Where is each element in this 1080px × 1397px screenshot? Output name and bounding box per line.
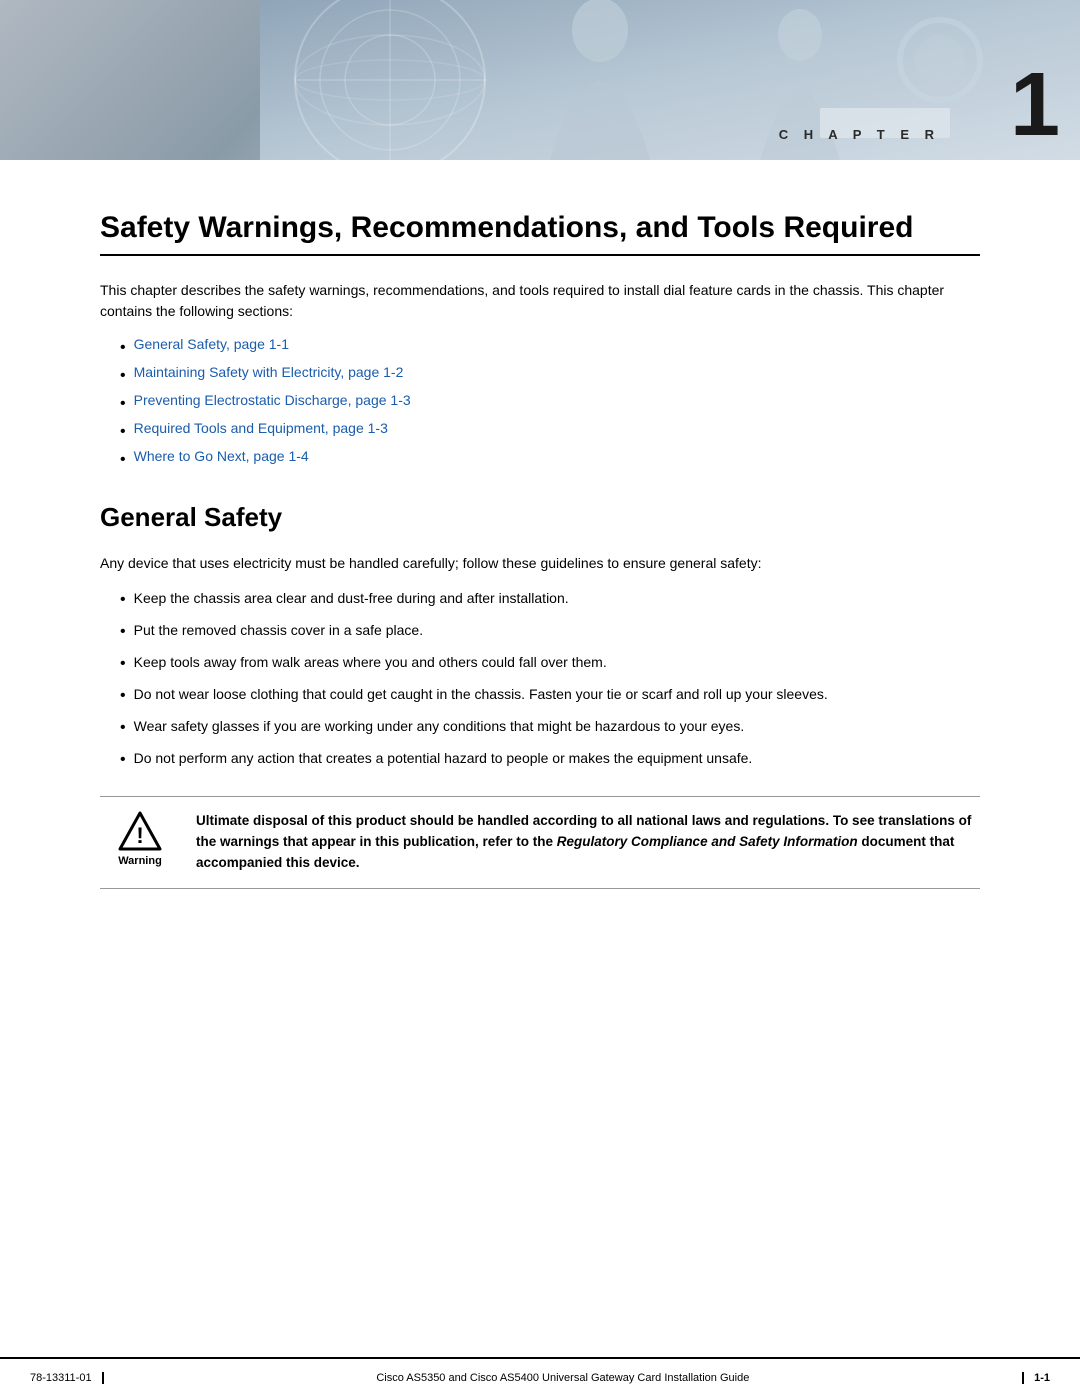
title-rule — [100, 254, 980, 256]
safety-bullet-text-4: Do not wear loose clothing that could ge… — [134, 684, 828, 705]
safety-bullet-2: • Put the removed chassis cover in a saf… — [120, 620, 980, 644]
warning-label: Warning — [118, 855, 162, 867]
header-banner: C H A P T E R 1 — [0, 0, 1080, 160]
safety-bullet-1: • Keep the chassis area clear and dust-f… — [120, 588, 980, 612]
toc-link-3[interactable]: Preventing Electrostatic Discharge, page… — [134, 392, 411, 408]
safety-bullet-icon-2: • — [120, 620, 126, 644]
safety-bullet-text-5: Wear safety glasses if you are working u… — [134, 716, 745, 737]
toc-link-2[interactable]: Maintaining Safety with Electricity, pag… — [134, 364, 404, 380]
safety-bullet-icon-4: • — [120, 684, 126, 708]
chapter-number: 1 — [1010, 60, 1060, 150]
safety-bullet-text-2: Put the removed chassis cover in a safe … — [134, 620, 423, 641]
svg-text:!: ! — [136, 823, 143, 848]
warning-box: ! Warning Ultimate disposal of this prod… — [100, 796, 980, 889]
safety-bullet-icon-6: • — [120, 748, 126, 772]
footer-page-number: 1-1 — [1022, 1372, 1050, 1384]
warning-text-bold: Ultimate disposal of this product should… — [196, 813, 971, 870]
bullet-1: • — [120, 336, 126, 360]
safety-bullet-text-1: Keep the chassis area clear and dust-fre… — [134, 588, 569, 609]
bullet-3: • — [120, 392, 126, 416]
toc-list: • General Safety, page 1-1 • Maintaining… — [120, 336, 980, 472]
general-safety-intro: Any device that uses electricity must be… — [100, 553, 980, 574]
toc-item-4: • Required Tools and Equipment, page 1-3 — [120, 420, 980, 444]
toc-item-3: • Preventing Electrostatic Discharge, pa… — [120, 392, 980, 416]
safety-bullet-6: • Do not perform any action that creates… — [120, 748, 980, 772]
general-safety-heading: General Safety — [100, 502, 980, 533]
toc-link-5[interactable]: Where to Go Next, page 1-4 — [134, 448, 309, 464]
warning-text-italic: Regulatory Compliance and Safety Informa… — [557, 834, 858, 849]
safety-bullets: • Keep the chassis area clear and dust-f… — [120, 588, 980, 772]
toc-item-2: • Maintaining Safety with Electricity, p… — [120, 364, 980, 388]
footer-doc-number: 78-13311-01 — [30, 1372, 104, 1384]
banner-image: C H A P T E R 1 — [260, 0, 1080, 160]
footer-title: Cisco AS5350 and Cisco AS5400 Universal … — [104, 1372, 1023, 1384]
intro-paragraph: This chapter describes the safety warnin… — [100, 280, 980, 322]
chapter-label: C H A P T E R — [779, 127, 940, 142]
toc-link-4[interactable]: Required Tools and Equipment, page 1-3 — [134, 420, 388, 436]
warning-triangle-icon: ! — [118, 811, 162, 851]
safety-bullet-text-6: Do not perform any action that creates a… — [134, 748, 753, 769]
safety-bullet-text-3: Keep tools away from walk areas where yo… — [134, 652, 607, 673]
safety-bullet-icon-5: • — [120, 716, 126, 740]
warning-icon-area: ! Warning — [100, 811, 180, 867]
bullet-2: • — [120, 364, 126, 388]
safety-bullet-5: • Wear safety glasses if you are working… — [120, 716, 980, 740]
safety-bullet-3: • Keep tools away from walk areas where … — [120, 652, 980, 676]
toc-item-5: • Where to Go Next, page 1-4 — [120, 448, 980, 472]
page-title: Safety Warnings, Recommendations, and To… — [100, 210, 980, 246]
page-footer: 78-13311-01 Cisco AS5350 and Cisco AS540… — [0, 1357, 1080, 1397]
bullet-5: • — [120, 448, 126, 472]
banner-decoration — [260, 0, 1080, 160]
safety-bullet-icon-3: • — [120, 652, 126, 676]
toc-link-1[interactable]: General Safety, page 1-1 — [134, 336, 289, 352]
chapter-label-area: C H A P T E R — [779, 127, 940, 142]
warning-text: Ultimate disposal of this product should… — [196, 811, 980, 874]
bullet-4: • — [120, 420, 126, 444]
main-content: Safety Warnings, Recommendations, and To… — [0, 160, 1080, 949]
safety-bullet-4: • Do not wear loose clothing that could … — [120, 684, 980, 708]
safety-bullet-icon-1: • — [120, 588, 126, 612]
toc-item-1: • General Safety, page 1-1 — [120, 336, 980, 360]
